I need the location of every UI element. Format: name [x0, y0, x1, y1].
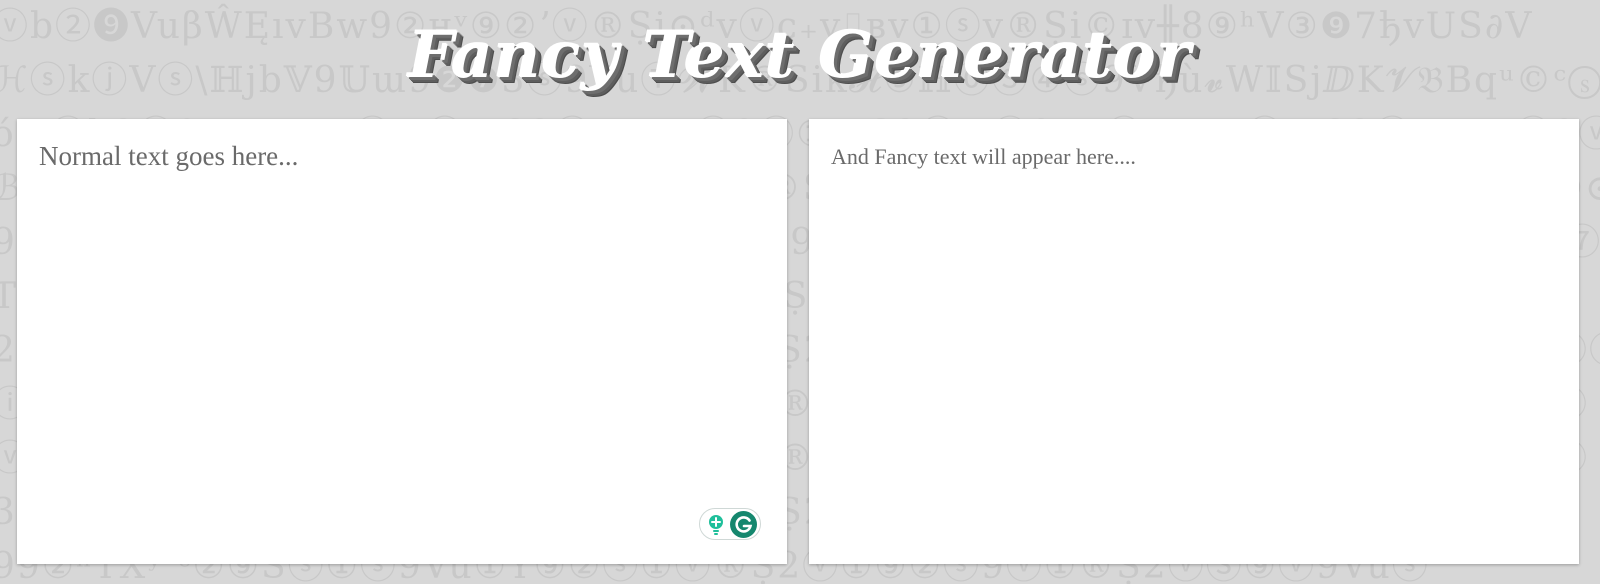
normal-text-input[interactable]: [17, 119, 787, 564]
grammarly-g-glyph: [735, 516, 753, 533]
page-title: Fancy Text Generator: [408, 18, 1192, 93]
fancy-text-output: And Fancy text will appear here....: [831, 144, 1136, 169]
output-panel: And Fancy text will appear here....: [809, 119, 1579, 564]
input-panel: [17, 119, 787, 564]
lightbulb-icon[interactable]: [707, 514, 725, 536]
grammarly-widget[interactable]: [699, 508, 761, 540]
grammarly-g-icon[interactable]: [730, 511, 757, 538]
